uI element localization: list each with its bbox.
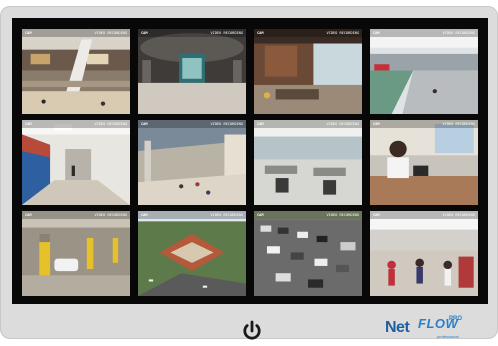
osd-camera-label: CAM [257, 213, 264, 217]
osd-status: VIDEO RECORDING [210, 213, 243, 217]
camera-grid: CAM VIDEO RECORDING CAM VIDEO RECORDING [22, 29, 478, 296]
camera-feed-9[interactable]: CAM VIDEO RECORDING [22, 211, 130, 296]
feed-osd: CAM VIDEO RECORDING [138, 120, 246, 128]
camera-feed-3[interactable]: CAM VIDEO RECORDING [254, 29, 362, 114]
osd-status: VIDEO RECORDING [442, 122, 475, 126]
feed-image [370, 211, 478, 296]
camera-feed-2[interactable]: CAM VIDEO RECORDING [138, 29, 246, 114]
logo-net-text: Net [385, 319, 410, 336]
monitor-device: CAM VIDEO RECORDING CAM VIDEO RECORDING [0, 6, 498, 341]
power-button[interactable] [240, 319, 264, 343]
osd-camera-label: CAM [373, 213, 380, 217]
feed-image [370, 29, 478, 114]
osd-camera-label: CAM [141, 213, 148, 217]
osd-status: VIDEO RECORDING [94, 213, 127, 217]
osd-camera-label: CAM [25, 31, 32, 35]
logo-pro-text: PRO [449, 316, 463, 322]
feed-osd: CAM VIDEO RECORDING [370, 211, 478, 219]
osd-camera-label: CAM [373, 31, 380, 35]
feed-image [22, 29, 130, 114]
video-wall-screen: CAM VIDEO RECORDING CAM VIDEO RECORDING [12, 18, 488, 304]
osd-status: VIDEO RECORDING [326, 213, 359, 217]
camera-feed-11[interactable]: CAM VIDEO RECORDING [254, 211, 362, 296]
feed-osd: CAM VIDEO RECORDING [254, 29, 362, 37]
osd-status: VIDEO RECORDING [442, 31, 475, 35]
power-icon [243, 320, 261, 340]
camera-feed-4[interactable]: CAM VIDEO RECORDING [370, 29, 478, 114]
feed-image [370, 120, 478, 205]
feed-image [254, 211, 362, 296]
brand-logo: Net FLOW PRO professional [385, 316, 465, 341]
feed-osd: CAM VIDEO RECORDING [22, 120, 130, 128]
camera-feed-1[interactable]: CAM VIDEO RECORDING [22, 29, 130, 114]
osd-camera-label: CAM [373, 122, 380, 126]
feed-osd: CAM VIDEO RECORDING [22, 211, 130, 219]
feed-image [138, 120, 246, 205]
osd-status: VIDEO RECORDING [442, 213, 475, 217]
osd-camera-label: CAM [257, 31, 264, 35]
osd-status: VIDEO RECORDING [326, 31, 359, 35]
osd-status: VIDEO RECORDING [94, 122, 127, 126]
logo-sub-text: professional [437, 334, 459, 339]
camera-feed-7[interactable]: CAM VIDEO RECORDING [254, 120, 362, 205]
feed-image [254, 120, 362, 205]
osd-camera-label: CAM [141, 122, 148, 126]
feed-osd: CAM VIDEO RECORDING [370, 29, 478, 37]
osd-status: VIDEO RECORDING [210, 122, 243, 126]
feed-image [138, 211, 246, 296]
feed-osd: CAM VIDEO RECORDING [370, 120, 478, 128]
camera-feed-5[interactable]: CAM VIDEO RECORDING [22, 120, 130, 205]
feed-osd: CAM VIDEO RECORDING [254, 120, 362, 128]
bottom-bezel: Net FLOW PRO professional [0, 304, 498, 341]
osd-camera-label: CAM [257, 122, 264, 126]
osd-camera-label: CAM [141, 31, 148, 35]
osd-camera-label: CAM [25, 122, 32, 126]
feed-image [22, 120, 130, 205]
osd-status: VIDEO RECORDING [326, 122, 359, 126]
feed-osd: CAM VIDEO RECORDING [138, 211, 246, 219]
feed-image [22, 211, 130, 296]
camera-feed-10[interactable]: CAM VIDEO RECORDING [138, 211, 246, 296]
feed-osd: CAM VIDEO RECORDING [138, 29, 246, 37]
osd-camera-label: CAM [25, 213, 32, 217]
osd-status: VIDEO RECORDING [94, 31, 127, 35]
feed-image [254, 29, 362, 114]
camera-feed-12[interactable]: CAM VIDEO RECORDING [370, 211, 478, 296]
feed-osd: CAM VIDEO RECORDING [254, 211, 362, 219]
camera-feed-6[interactable]: CAM VIDEO RECORDING [138, 120, 246, 205]
camera-feed-8[interactable]: CAM VIDEO RECORDING [370, 120, 478, 205]
feed-osd: CAM VIDEO RECORDING [22, 29, 130, 37]
osd-status: VIDEO RECORDING [210, 31, 243, 35]
feed-image [138, 29, 246, 114]
